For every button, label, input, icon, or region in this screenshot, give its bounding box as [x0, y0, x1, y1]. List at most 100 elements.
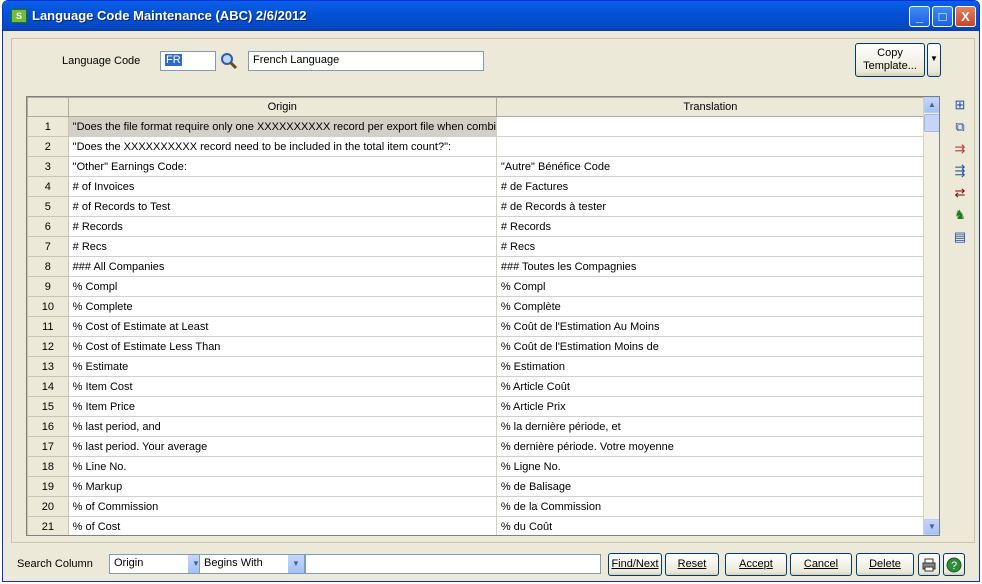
- vertical-scrollbar[interactable]: ▲ ▼: [923, 97, 939, 535]
- translation-cell[interactable]: % de Balisage: [495, 476, 926, 497]
- table-row[interactable]: 6 # Records # Records: [27, 216, 926, 237]
- translation-cell[interactable]: % dernière période. Votre moyenne: [495, 436, 926, 457]
- row-number[interactable]: 14: [27, 376, 69, 397]
- row-number[interactable]: 3: [27, 156, 69, 177]
- origin-column-header[interactable]: Origin: [67, 97, 497, 117]
- printer-icon[interactable]: [918, 553, 940, 576]
- translation-cell[interactable]: ### Toutes les Compagnies: [495, 256, 926, 277]
- table-row[interactable]: 11% Cost of Estimate at Least% Coût de l…: [27, 316, 926, 337]
- table-row[interactable]: 4 # of Invoices # de Factures: [27, 176, 926, 197]
- origin-cell[interactable]: # Recs: [67, 236, 497, 257]
- origin-cell[interactable]: % Item Price: [67, 396, 497, 417]
- accept-button[interactable]: Accept: [725, 553, 787, 576]
- search-mode-select[interactable]: Begins With ▼: [199, 554, 305, 574]
- search-text-input[interactable]: [305, 554, 601, 574]
- origin-cell[interactable]: % Cost of Estimate Less Than: [67, 336, 497, 357]
- table-row[interactable]: 7 # Recs # Recs: [27, 236, 926, 257]
- translation-cell[interactable]: "Autre" Bénéfice Code: [495, 156, 926, 177]
- user-arrow-icon[interactable]: ♞: [951, 206, 969, 224]
- origin-cell[interactable]: "Does the file format require only one X…: [67, 116, 497, 137]
- row-number[interactable]: 17: [27, 436, 69, 457]
- lookup-magnifier-icon[interactable]: [220, 52, 238, 70]
- translation-cell[interactable]: # Records: [495, 216, 926, 237]
- translation-cell[interactable]: % Complète: [495, 296, 926, 317]
- copy-template-dropdown-button[interactable]: ▼: [927, 43, 941, 77]
- origin-cell[interactable]: % Compl: [67, 276, 497, 297]
- table-row[interactable]: 19% Markup% de Balisage: [27, 476, 926, 497]
- origin-cell[interactable]: % Line No.: [67, 456, 497, 477]
- maximize-button[interactable]: □: [932, 6, 953, 27]
- row-number[interactable]: 1: [27, 116, 69, 137]
- table-row[interactable]: 9% Compl% Compl: [27, 276, 926, 297]
- origin-cell[interactable]: "Does the XXXXXXXXXX record need to be i…: [67, 136, 497, 157]
- origin-cell[interactable]: % Markup: [67, 476, 497, 497]
- table-row[interactable]: 17% last period. Your average% dernière …: [27, 436, 926, 457]
- find-replace-icon[interactable]: ⇄: [951, 184, 969, 202]
- origin-cell[interactable]: % Item Cost: [67, 376, 497, 397]
- help-icon[interactable]: ?: [943, 553, 965, 576]
- table-row[interactable]: 21% of Cost% du Coût: [27, 516, 926, 535]
- table-row[interactable]: 13% Estimate% Estimation: [27, 356, 926, 377]
- origin-cell[interactable]: % last period, and: [67, 416, 497, 437]
- row-number[interactable]: 21: [27, 516, 69, 535]
- move-down-icon[interactable]: ⇶: [951, 162, 969, 180]
- copy-row-icon[interactable]: ⧉: [951, 118, 969, 136]
- reset-button[interactable]: Reset: [665, 553, 719, 576]
- origin-cell[interactable]: % Complete: [67, 296, 497, 317]
- table-row[interactable]: 10% Complete% Complète: [27, 296, 926, 317]
- move-up-icon[interactable]: ⇉: [951, 140, 969, 158]
- table-row[interactable]: 18% Line No.% Ligne No.: [27, 456, 926, 477]
- table-row[interactable]: 8 ### All Companies ### Toutes les Compagn…: [27, 256, 926, 277]
- translation-cell[interactable]: % du Coût: [495, 516, 926, 535]
- table-row[interactable]: 16% last period, and% la dernière périod…: [27, 416, 926, 437]
- row-number[interactable]: 20: [27, 496, 69, 517]
- row-number[interactable]: 5: [27, 196, 69, 217]
- table-row[interactable]: 3 "Other" Earnings Code: "Autre" Bénéfice …: [27, 156, 926, 177]
- origin-cell[interactable]: % Estimate: [67, 356, 497, 377]
- row-number[interactable]: 10: [27, 296, 69, 317]
- row-number[interactable]: 7: [27, 236, 69, 257]
- translation-cell[interactable]: % Article Prix: [495, 396, 926, 417]
- origin-cell[interactable]: # Records: [67, 216, 497, 237]
- scroll-down-arrow-icon[interactable]: ▼: [924, 519, 939, 535]
- copy-template-button[interactable]: Copy Template...: [855, 43, 925, 77]
- row-number[interactable]: 18: [27, 456, 69, 477]
- translation-cell[interactable]: % Article Coût: [495, 376, 926, 397]
- translation-cell[interactable]: % Ligne No.: [495, 456, 926, 477]
- translation-cell[interactable]: # de Factures: [495, 176, 926, 197]
- minimize-button[interactable]: _: [909, 6, 930, 27]
- row-number[interactable]: 8: [27, 256, 69, 277]
- translation-cell[interactable]: [495, 116, 926, 137]
- language-code-input[interactable]: FR: [160, 51, 216, 71]
- origin-cell[interactable]: "Other" Earnings Code:: [67, 156, 497, 177]
- row-number[interactable]: 4: [27, 176, 69, 197]
- find-next-button[interactable]: Find/Next: [608, 553, 662, 576]
- table-row[interactable]: 12% Cost of Estimate Less Than% Coût de …: [27, 336, 926, 357]
- row-number[interactable]: 16: [27, 416, 69, 437]
- translation-cell[interactable]: % de la Commission: [495, 496, 926, 517]
- scroll-up-arrow-icon[interactable]: ▲: [924, 97, 939, 113]
- table-row[interactable]: 5 # of Records to Test # de Records à test…: [27, 196, 926, 217]
- row-number[interactable]: 12: [27, 336, 69, 357]
- translation-cell[interactable]: # de Records à tester: [495, 196, 926, 217]
- table-row[interactable]: 20% of Commission% de la Commission: [27, 496, 926, 517]
- table-row[interactable]: 14% Item Cost% Article Coût: [27, 376, 926, 397]
- origin-cell[interactable]: # of Invoices: [67, 176, 497, 197]
- translation-cell[interactable]: % Compl: [495, 276, 926, 297]
- insert-row-icon[interactable]: ⊞: [951, 96, 969, 114]
- table-row[interactable]: 15% Item Price% Article Prix: [27, 396, 926, 417]
- translation-cell[interactable]: # Recs: [495, 236, 926, 257]
- cancel-button[interactable]: Cancel: [790, 553, 852, 576]
- row-number[interactable]: 2: [27, 136, 69, 157]
- title-bar[interactable]: S Language Code Maintenance (ABC) 2/6/20…: [3, 1, 979, 31]
- chevron-down-icon[interactable]: ▼: [288, 555, 304, 573]
- table-row[interactable]: 2 "Does the XXXXXXXXXX record need to be …: [27, 136, 926, 157]
- search-column-select[interactable]: Origin ▼: [109, 554, 205, 574]
- origin-cell[interactable]: % last period. Your average: [67, 436, 497, 457]
- delete-button[interactable]: Delete: [856, 553, 914, 576]
- origin-cell[interactable]: ### All Companies: [67, 256, 497, 277]
- row-number[interactable]: 19: [27, 476, 69, 497]
- origin-cell[interactable]: % of Cost: [67, 516, 497, 535]
- table-row[interactable]: 1 "Does the file format require only one …: [27, 116, 926, 137]
- translation-cell[interactable]: % Coût de l'Estimation Au Moins: [495, 316, 926, 337]
